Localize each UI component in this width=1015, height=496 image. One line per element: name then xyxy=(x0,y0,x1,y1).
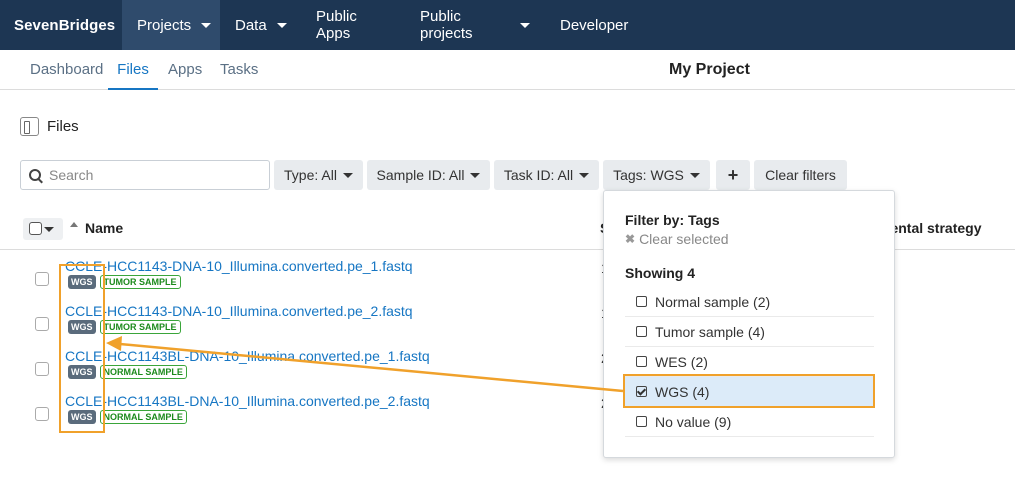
sample-id-filter-button[interactable]: Sample ID: All xyxy=(367,160,490,190)
chevron-down-icon xyxy=(579,172,590,178)
tag-badge: WGS xyxy=(68,275,96,289)
sidebar-toggle-icon[interactable] xyxy=(20,116,39,136)
dropdown-title: Filter by: Tags xyxy=(625,212,720,228)
chevron-down-icon[interactable] xyxy=(44,227,54,232)
column-name[interactable]: Name xyxy=(85,220,123,236)
nav-public-apps-label: Public Apps xyxy=(316,8,357,42)
nav-data-label: Data xyxy=(235,16,267,34)
showing-count: Showing 4 xyxy=(625,265,695,281)
file-name-link[interactable]: CCLE-HCC1143BL-DNA-10_Illumina.converted… xyxy=(65,348,430,364)
tab-dashboard[interactable]: Dashboard xyxy=(30,50,103,89)
plus-icon: + xyxy=(727,164,739,185)
option-checkbox[interactable] xyxy=(636,296,647,307)
tag-badge: WGS xyxy=(68,410,96,424)
sample-type-badge: TUMOR SAMPLE xyxy=(99,320,181,334)
row-tags: WGS NORMAL SAMPLE xyxy=(68,365,187,379)
option-checkbox[interactable] xyxy=(636,356,647,367)
option-label: WES (2) xyxy=(655,353,708,370)
nav-data[interactable]: Data xyxy=(220,0,301,50)
option-label: Normal sample (2) xyxy=(655,293,771,310)
nav-public-projects[interactable]: Public projects xyxy=(405,0,545,50)
search-box[interactable] xyxy=(20,160,270,190)
sample-type-badge: TUMOR SAMPLE xyxy=(99,275,181,289)
chevron-down-icon xyxy=(201,22,212,28)
sample-id-filter-label: Sample ID: All xyxy=(376,167,465,183)
type-filter-label: Type: All xyxy=(284,167,337,183)
tab-files[interactable]: Files xyxy=(108,50,158,90)
file-name-link[interactable]: CCLE-HCC1143BL-DNA-10_Illumina.converted… xyxy=(65,393,430,409)
table-row: CCLE-HCC1143BL-DNA-10_Illumina.converted… xyxy=(0,393,620,438)
files-header: Files xyxy=(20,115,79,137)
project-subnav: Dashboard Files Apps Tasks My Project xyxy=(0,50,1015,90)
select-all-control[interactable] xyxy=(23,218,63,240)
option-checkbox-checked[interactable] xyxy=(636,386,647,397)
sample-type-badge: NORMAL SAMPLE xyxy=(99,365,187,379)
tag-option-no-value[interactable]: No value (9) xyxy=(625,407,874,437)
table-row: CCLE-HCC1143-DNA-10_Illumina.converted.p… xyxy=(0,258,620,303)
tab-tasks[interactable]: Tasks xyxy=(220,50,258,89)
option-checkbox[interactable] xyxy=(636,326,647,337)
option-checkbox[interactable] xyxy=(636,416,647,427)
tags-filter-button[interactable]: Tags: WGS xyxy=(603,160,710,190)
nav-developer[interactable]: Developer xyxy=(545,0,643,50)
tag-badge: WGS xyxy=(68,320,96,334)
chevron-down-icon xyxy=(689,172,700,178)
type-filter-button[interactable]: Type: All xyxy=(274,160,363,190)
sort-ascending-icon[interactable] xyxy=(70,222,78,227)
row-checkbox[interactable] xyxy=(35,407,49,421)
tag-option-tumor-sample[interactable]: Tumor sample (4) xyxy=(625,317,874,347)
nav-public-apps[interactable]: Public Apps xyxy=(301,0,405,50)
tag-option-normal-sample[interactable]: Normal sample (2) xyxy=(625,287,874,317)
chevron-down-icon xyxy=(520,22,530,28)
search-icon xyxy=(29,169,41,181)
tab-apps[interactable]: Apps xyxy=(168,50,202,89)
option-label: No value (9) xyxy=(655,413,732,430)
tag-badge: WGS xyxy=(68,365,96,379)
tag-option-wes[interactable]: WES (2) xyxy=(625,347,874,377)
sample-type-badge: NORMAL SAMPLE xyxy=(99,410,187,424)
row-tags: WGS NORMAL SAMPLE xyxy=(68,410,187,424)
logo[interactable]: SevenBridges xyxy=(0,0,122,50)
clear-filters-button[interactable]: Clear filters xyxy=(754,160,847,190)
project-title: My Project xyxy=(669,61,750,78)
close-icon: ✖ xyxy=(625,232,636,246)
task-id-filter-button[interactable]: Task ID: All xyxy=(494,160,599,190)
files-heading: Files xyxy=(47,117,79,135)
row-tags: WGS TUMOR SAMPLE xyxy=(68,275,181,289)
row-checkbox[interactable] xyxy=(35,362,49,376)
row-checkbox[interactable] xyxy=(35,317,49,331)
clear-selected-label: Clear selected xyxy=(639,231,729,247)
row-checkbox[interactable] xyxy=(35,272,49,286)
chevron-down-icon xyxy=(342,172,353,178)
nav-developer-label: Developer xyxy=(560,16,629,34)
table-row: CCLE-HCC1143BL-DNA-10_Illumina.converted… xyxy=(0,348,620,393)
chevron-down-icon xyxy=(276,22,287,28)
table-row: CCLE-HCC1143-DNA-10_Illumina.converted.p… xyxy=(0,303,620,348)
tag-option-wgs[interactable]: WGS (4) xyxy=(625,377,874,407)
clear-filters-label: Clear filters xyxy=(765,167,836,183)
row-tags: WGS TUMOR SAMPLE xyxy=(68,320,181,334)
file-name-link[interactable]: CCLE-HCC1143-DNA-10_Illumina.converted.p… xyxy=(65,303,413,319)
nav-projects-label: Projects xyxy=(137,16,192,34)
clear-selected-link[interactable]: ✖ Clear selected xyxy=(625,231,729,247)
nav-projects[interactable]: Projects xyxy=(122,0,220,50)
tags-filter-dropdown: Filter by: Tags ✖ Clear selected Showing… xyxy=(603,190,895,458)
select-all-checkbox[interactable] xyxy=(29,222,42,235)
tags-filter-label: Tags: WGS xyxy=(613,167,684,183)
chevron-down-icon xyxy=(470,172,481,178)
top-navbar: SevenBridges Projects Data Public Apps P… xyxy=(0,0,1015,50)
option-label: Tumor sample (4) xyxy=(655,323,765,340)
option-label: WGS (4) xyxy=(655,383,710,400)
task-id-filter-label: Task ID: All xyxy=(503,167,574,183)
add-filter-button[interactable]: + xyxy=(716,160,750,190)
nav-public-projects-label: Public projects xyxy=(420,8,473,42)
file-name-link[interactable]: CCLE-HCC1143-DNA-10_Illumina.converted.p… xyxy=(65,258,413,274)
search-input[interactable] xyxy=(49,167,249,183)
